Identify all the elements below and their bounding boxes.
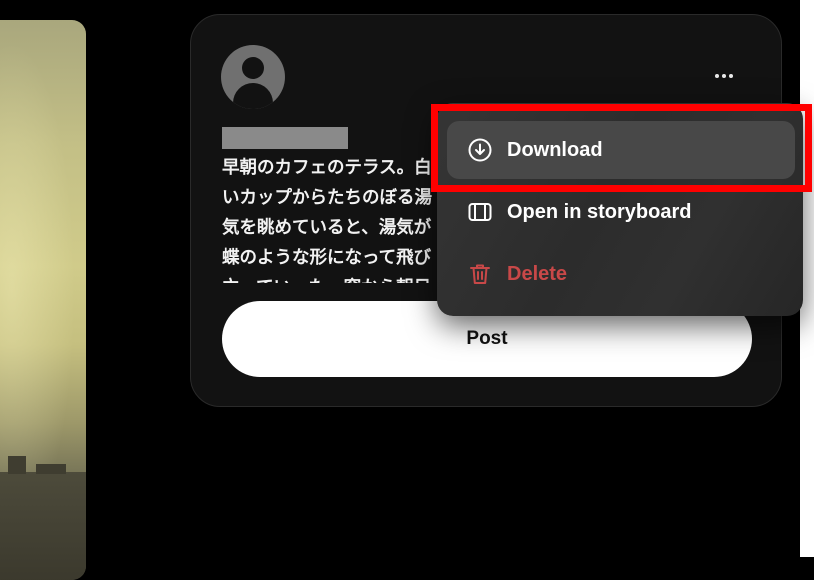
annotation-highlight-box — [431, 104, 812, 192]
media-thumbnail[interactable] — [0, 20, 86, 580]
more-options-button[interactable] — [706, 63, 742, 89]
trash-icon — [467, 261, 493, 287]
roof-peak — [8, 456, 26, 474]
post-caption: 早朝のカフェのテラス。白いカップからたちのぼる湯気を眺めていると、湯気が蝶のよう… — [222, 158, 432, 283]
avatar[interactable] — [221, 45, 285, 109]
more-dot-icon — [729, 74, 733, 78]
avatar-head — [242, 57, 264, 79]
more-dot-icon — [715, 74, 719, 78]
menu-item-delete[interactable]: Delete — [447, 245, 795, 303]
menu-item-label: Open in storyboard — [507, 200, 692, 223]
menu-item-label: Delete — [507, 262, 568, 285]
username-redacted — [222, 127, 348, 149]
roof-peak — [36, 464, 66, 474]
more-dot-icon — [722, 74, 726, 78]
storyboard-icon — [467, 199, 493, 225]
avatar-body — [233, 83, 273, 109]
rooftops — [0, 472, 86, 580]
